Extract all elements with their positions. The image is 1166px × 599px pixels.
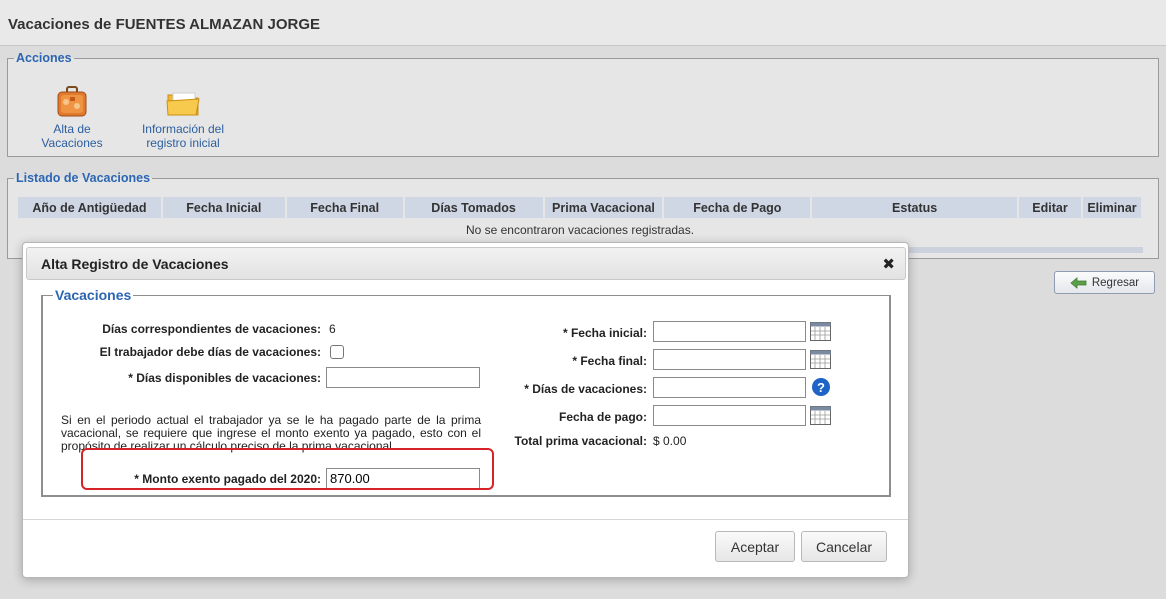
col-prima-vacacional[interactable]: Prima Vacacional [543,197,665,218]
alta-vacaciones-action[interactable]: Alta de Vacaciones [28,85,116,150]
col-editar[interactable]: Editar [1018,197,1083,218]
acciones-panel: Acciones Alta de Vacaciones Información … [7,51,1159,157]
dialog-titlebar[interactable]: Alta Registro de Vacaciones ✖ [26,247,906,280]
total-prima-label: Total prima vacacional: [514,434,648,448]
fecha-final-label: * Fecha final: [572,354,647,368]
regresar-label: Regresar [1091,276,1140,289]
regresar-button[interactable]: Regresar [1054,271,1155,294]
calendar-icon[interactable] [810,322,831,341]
dias-disponibles-label: * Días disponibles de vacaciones: [128,371,321,385]
table-row: No se encontraron vacaciones registradas… [18,218,1142,242]
informacion-registro-action[interactable]: Información del registro inicial [132,85,234,150]
vacaciones-table: Año de Antigüedad Fecha Inicial Fecha Fi… [18,197,1144,242]
folder-icon [166,92,200,116]
acciones-legend: Acciones [16,51,72,65]
back-arrow-icon [1070,276,1087,289]
page-title: Vacaciones de FUENTES ALMAZAN JORGE [8,16,321,33]
cancelar-button[interactable]: Cancelar [801,531,887,562]
dialog-divider [23,519,908,520]
alta-vacaciones-label-2: Vacaciones [41,136,103,150]
dias-correspondientes-value: 6 [329,322,336,336]
alta-registro-dialog: Alta Registro de Vacaciones ✖ Vacaciones… [22,242,909,578]
col-fecha-pago[interactable]: Fecha de Pago [663,197,813,218]
calendar-icon[interactable] [810,406,831,425]
col-dias-tomados[interactable]: Días Tomados [403,197,545,218]
close-icon[interactable]: ✖ [882,255,895,273]
informacion-label-1: Información del [141,122,225,136]
suitcase-icon [57,86,87,117]
monto-highlight-box [81,448,494,490]
dias-vacaciones-input[interactable] [653,377,806,398]
fecha-inicial-input[interactable] [653,321,806,342]
col-fecha-final[interactable]: Fecha Final [285,197,405,218]
aceptar-button[interactable]: Aceptar [715,531,795,562]
fecha-pago-input[interactable] [653,405,806,426]
fecha-pago-label: Fecha de pago: [558,410,647,424]
table-header-row: Año de Antigüedad Fecha Inicial Fecha Fi… [18,197,1144,218]
listado-legend: Listado de Vacaciones [16,171,151,185]
fecha-final-input[interactable] [653,349,806,370]
col-anio-antiguedad[interactable]: Año de Antigüedad [18,197,163,218]
help-icon[interactable]: ? [812,378,830,396]
dias-disponibles-input[interactable] [326,367,480,388]
debe-dias-checkbox[interactable] [330,345,344,359]
dias-correspondientes-label: Días correspondientes de vacaciones: [102,322,321,336]
empty-message: No se encontraron vacaciones registradas… [465,223,695,237]
debe-dias-label: El trabajador debe días de vacaciones: [99,345,321,359]
page-header: Vacaciones de FUENTES ALMAZAN JORGE [0,0,1166,46]
col-estatus[interactable]: Estatus [811,197,1019,218]
informacion-label-2: registro inicial [146,136,220,150]
vacaciones-legend: Vacaciones [55,287,132,303]
fecha-inicial-label: * Fecha inicial: [562,326,647,340]
total-prima-value: $ 0.00 [653,434,687,448]
calendar-icon[interactable] [810,350,831,369]
col-fecha-inicial[interactable]: Fecha Inicial [161,197,287,218]
dias-vacaciones-label: * Días de vacaciones: [524,382,647,396]
dialog-title: Alta Registro de Vacaciones [41,256,229,272]
col-eliminar[interactable]: Eliminar [1081,197,1144,218]
alta-vacaciones-label-1: Alta de [53,122,91,136]
